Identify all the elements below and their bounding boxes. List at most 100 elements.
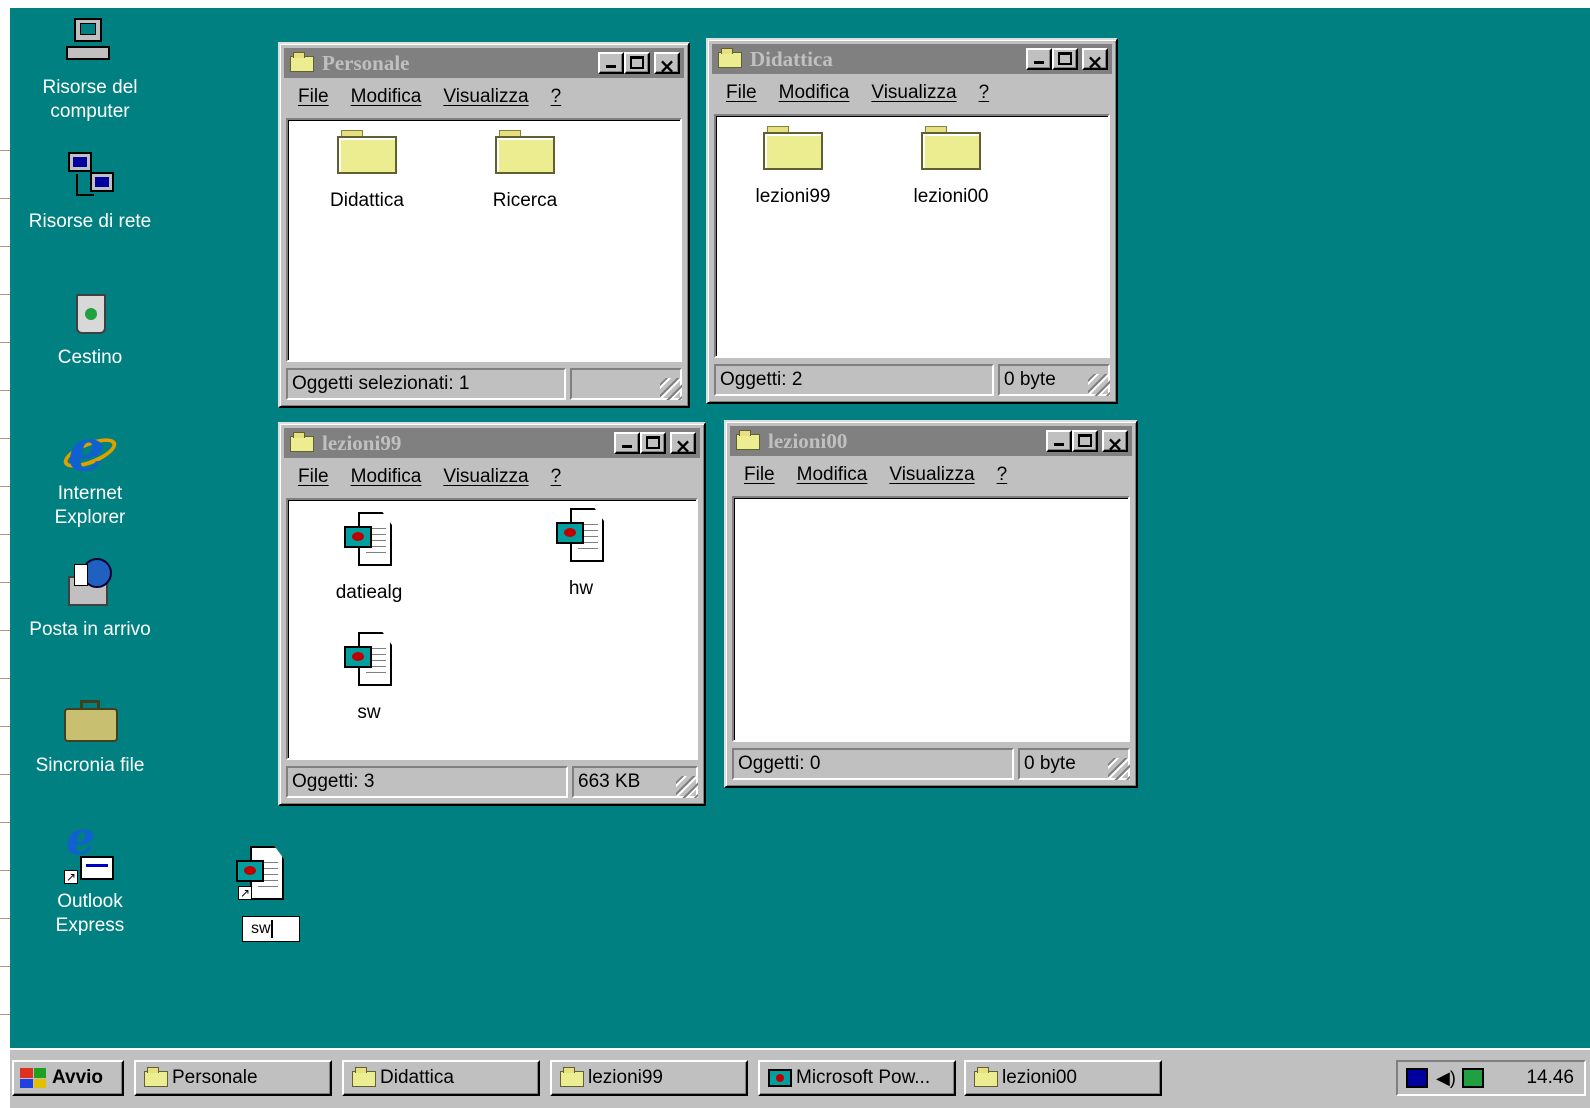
close-icon: × (1086, 50, 1104, 74)
title-bar[interactable]: Personale × (284, 48, 684, 78)
desktop-icon-label: Posta in arrivo (29, 619, 151, 640)
status-objects: Oggetti: 2 (714, 364, 994, 396)
close-icon: × (674, 434, 692, 458)
status-bar: Oggetti: 0 0 byte (732, 748, 1130, 780)
status-bar: Oggetti: 3 663 KB (286, 766, 698, 798)
folder-item-label: Didattica (330, 190, 404, 211)
menu-bar: File Modifica Visualizza ? (288, 462, 561, 492)
close-icon: × (1106, 432, 1124, 456)
minimize-button[interactable] (598, 52, 624, 74)
menu-file[interactable]: File (726, 78, 757, 108)
display-icon[interactable] (1406, 1068, 1428, 1088)
powerpoint-file-icon (344, 632, 394, 688)
desktop-icon-recycle-bin[interactable]: Cestino (10, 286, 170, 370)
close-button[interactable]: × (1082, 48, 1108, 74)
taskbar-button-personale[interactable]: Personale (134, 1060, 332, 1096)
desktop-icon-outlook-express[interactable]: e ↗ Outlook Express (10, 815, 170, 938)
desktop-icon-sw-shortcut[interactable]: ↗ sw (232, 846, 302, 942)
maximize-button[interactable] (640, 432, 666, 454)
window-lezioni00[interactable]: lezioni00 × File Modifica Visualizza ? O… (724, 420, 1138, 788)
recycle-bin-icon (62, 286, 118, 342)
file-item[interactable]: hw (516, 508, 646, 600)
menu-bar: File Modifica Visualizza ? (716, 78, 989, 108)
desktop-icon-label: Outlook Express (55, 891, 125, 936)
folder-view[interactable] (732, 496, 1130, 742)
network-icon[interactable] (1462, 1068, 1484, 1088)
close-button[interactable]: × (670, 432, 696, 458)
menu-file[interactable]: File (744, 460, 775, 490)
menu-help[interactable]: ? (979, 78, 990, 108)
volume-icon[interactable]: ◀) (1436, 1068, 1458, 1088)
maximize-icon (1078, 434, 1092, 447)
minimize-icon (622, 445, 632, 448)
folder-view[interactable]: Didattica Ricerca (286, 118, 682, 362)
folder-open-icon (290, 52, 316, 72)
menu-edit[interactable]: Modifica (351, 82, 422, 112)
desktop-icon-internet-explorer[interactable]: e Internet Explorer (10, 421, 170, 530)
taskbar-button-lezioni00[interactable]: lezioni00 (964, 1060, 1162, 1096)
title-bar[interactable]: lezioni00 × (730, 426, 1132, 456)
close-button[interactable]: × (1102, 430, 1128, 456)
file-item[interactable]: sw (304, 632, 434, 724)
title-bar[interactable]: lezioni99 × (284, 428, 700, 458)
powerpoint-file-icon (344, 512, 394, 568)
menu-help[interactable]: ? (551, 82, 562, 112)
menu-edit[interactable]: Modifica (351, 462, 422, 492)
desktop-icon-briefcase[interactable]: Sincronia file (10, 694, 170, 778)
maximize-button[interactable] (1072, 430, 1098, 452)
menu-view[interactable]: Visualizza (889, 460, 974, 490)
desktop[interactable]: Risorse del computer Risorse di rete Ces… (10, 8, 1590, 1048)
window-title: lezioni00 (768, 429, 848, 453)
window-personale[interactable]: Personale × File Modifica Visualizza ? D… (278, 42, 690, 408)
menu-view[interactable]: Visualizza (443, 82, 528, 112)
folder-view[interactable]: lezioni99 lezioni00 (714, 114, 1110, 358)
taskbar-button-didattica[interactable]: Didattica (342, 1060, 540, 1096)
taskbar-button-label: lezioni99 (588, 1067, 663, 1088)
maximize-button[interactable] (624, 52, 650, 74)
taskbar: Avvio Personale Didattica lezioni99 Micr… (10, 1048, 1590, 1108)
maximize-button[interactable] (1052, 48, 1078, 70)
close-button[interactable]: × (654, 52, 680, 78)
menu-edit[interactable]: Modifica (779, 78, 850, 108)
folder-item[interactable]: lezioni99 (728, 126, 858, 208)
clock[interactable]: 14.46 (1526, 1062, 1574, 1094)
desktop-icon-label: Sincronia file (35, 755, 145, 776)
folder-view[interactable]: datiealg hw sw (286, 498, 698, 760)
resize-grip[interactable] (660, 378, 682, 400)
resize-grip[interactable] (1108, 758, 1130, 780)
menu-help[interactable]: ? (997, 460, 1008, 490)
minimize-button[interactable] (614, 432, 640, 454)
taskbar-button-powerpoint[interactable]: Microsoft Pow... (758, 1060, 956, 1096)
folder-item[interactable]: Didattica (302, 130, 432, 212)
title-bar[interactable]: Didattica × (712, 44, 1112, 74)
menu-help[interactable]: ? (551, 462, 562, 492)
file-item-label: sw (357, 702, 381, 723)
window-didattica[interactable]: Didattica × File Modifica Visualizza ? l… (706, 38, 1118, 404)
rename-field[interactable]: sw (242, 916, 300, 942)
resize-grip[interactable] (676, 776, 698, 798)
menu-view[interactable]: Visualizza (871, 78, 956, 108)
minimize-button[interactable] (1026, 48, 1052, 70)
folder-item[interactable]: lezioni00 (886, 126, 1016, 208)
desktop-icon-network[interactable]: Risorse di rete (10, 150, 170, 234)
status-bar: Oggetti selezionati: 1 (286, 368, 682, 400)
menu-file[interactable]: File (298, 462, 329, 492)
desktop-icon-inbox[interactable]: Posta in arrivo (10, 558, 170, 642)
folder-item[interactable]: Ricerca (460, 130, 590, 212)
menu-view[interactable]: Visualizza (443, 462, 528, 492)
window-lezioni99[interactable]: lezioni99 × File Modifica Visualizza ? d… (278, 422, 706, 806)
minimize-icon (1054, 443, 1064, 446)
file-item[interactable]: datiealg (304, 512, 434, 604)
desktop-icon-my-computer[interactable]: Risorse del computer (10, 16, 170, 124)
menu-bar: File Modifica Visualizza ? (734, 460, 1007, 490)
taskbar-button-lezioni99[interactable]: lezioni99 (550, 1060, 748, 1096)
start-button[interactable]: Avvio (12, 1060, 124, 1096)
minimize-button[interactable] (1046, 430, 1072, 452)
folder-open-icon (974, 1067, 998, 1087)
menu-edit[interactable]: Modifica (797, 460, 868, 490)
menu-file[interactable]: File (298, 82, 329, 112)
resize-grip[interactable] (1088, 374, 1110, 396)
inbox-icon (62, 558, 118, 614)
powerpoint-shortcut-icon: ↗ (236, 846, 286, 902)
taskbar-button-label: Didattica (380, 1067, 454, 1088)
